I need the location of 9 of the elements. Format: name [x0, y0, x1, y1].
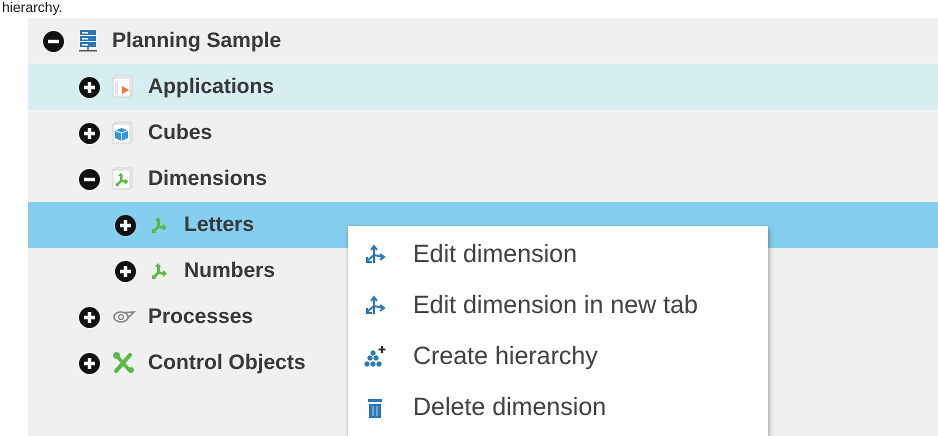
tree-label: Dimensions — [148, 167, 268, 191]
tree-label: Letters — [184, 213, 254, 237]
tree-label: Control Objects — [148, 351, 306, 375]
tree-label: Applications — [148, 75, 274, 99]
tree-label: Cubes — [148, 121, 212, 145]
tree-label: Planning Sample — [112, 29, 282, 53]
tree-label: Numbers — [184, 259, 276, 283]
caption-text: hierarchy. — [2, 0, 62, 14]
tree-label: Processes — [148, 305, 254, 329]
